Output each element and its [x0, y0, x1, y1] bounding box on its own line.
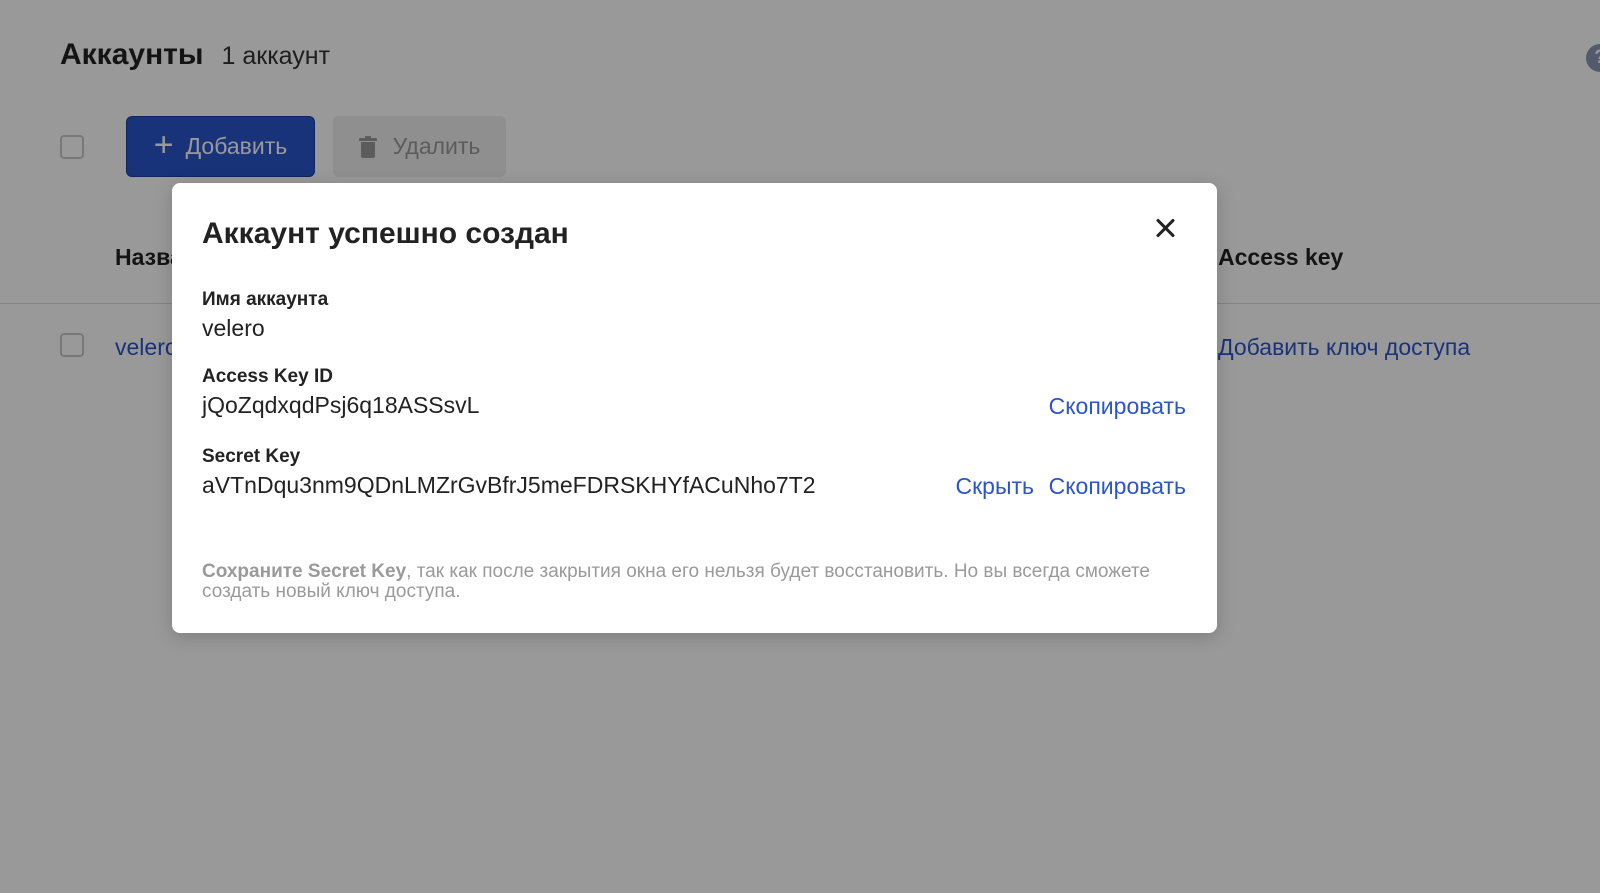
account-name-value: velero [202, 315, 265, 341]
note-bold-text: Сохраните Secret Key [202, 561, 407, 582]
access-key-id-value: jQoZqdxqdPsj6q18ASSsvL [202, 392, 480, 418]
copy-secret-key-link[interactable]: Скопировать [1049, 473, 1186, 500]
close-icon[interactable] [1152, 215, 1178, 241]
hide-secret-key-link[interactable]: Скрыть [955, 473, 1034, 500]
account-created-dialog: Аккаунт успешно создан Имя аккаунта vele… [172, 183, 1217, 633]
account-name-label: Имя аккаунта [202, 289, 329, 310]
secret-key-value: aVTnDqu3nm9QDnLMZrGvBfrJ5meFDRSKHYfACuNh… [202, 472, 816, 498]
save-secret-key-note: Сохраните Secret Key, так как после закр… [202, 562, 1162, 602]
secret-key-label: Secret Key [202, 446, 301, 467]
access-key-id-label: Access Key ID [202, 366, 333, 387]
dialog-title: Аккаунт успешно создан [202, 217, 569, 250]
copy-access-key-id-link[interactable]: Скопировать [1049, 393, 1186, 420]
